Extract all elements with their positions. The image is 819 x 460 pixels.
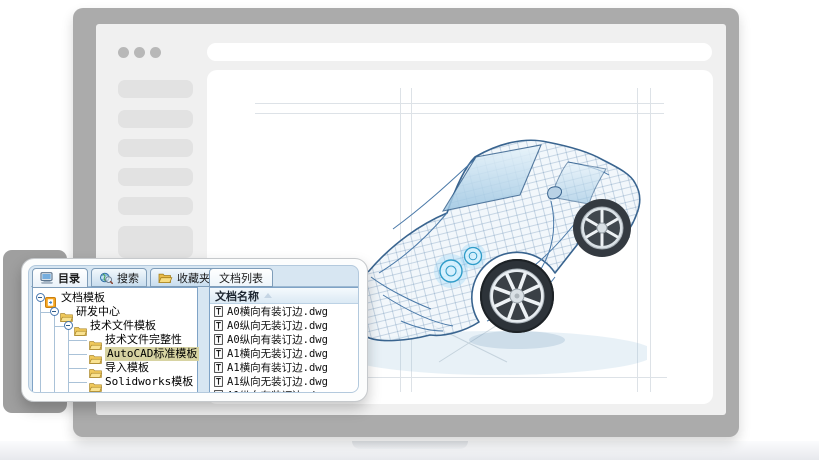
file-row[interactable]: A0横向有装订边.dwg	[210, 304, 359, 318]
dialog-body: 目录 搜索 收藏夹 文档列表 文档模板研发中心技术文件模板技术文件完整性AutoCA…	[28, 265, 359, 393]
window-dot	[118, 47, 129, 58]
tree-item[interactable]: 研发中心	[33, 305, 197, 319]
file-row[interactable]: A0纵向无装订边.dwg	[210, 318, 359, 332]
tab-label: 搜索	[117, 270, 139, 286]
tab-favorites[interactable]: 收藏夹	[150, 268, 218, 287]
file-row[interactable]: A1纵向无装订边.dwg	[210, 374, 359, 388]
search-globe-icon	[99, 272, 113, 284]
sidebar-item-placeholder[interactable]	[118, 139, 193, 157]
sort-ascending-icon	[264, 293, 272, 298]
tree-collapse-toggle[interactable]	[50, 307, 59, 316]
file-name: A1纵向无装订边.dwg	[227, 374, 328, 389]
tree-item-partial[interactable]	[33, 389, 197, 393]
tab-search[interactable]: 搜索	[91, 268, 147, 287]
tree-item-label: 技术文件模板	[90, 319, 156, 333]
file-name: A1横向无装订边.dwg	[227, 346, 328, 361]
tree-item[interactable]: 技术文件模板	[33, 319, 197, 333]
sidebar-item-placeholder[interactable]	[118, 110, 193, 128]
tree-item-label: 导入模板	[105, 361, 149, 375]
file-name: A0纵向有装订边.dwg	[227, 332, 328, 347]
tree-item[interactable]: 文档模板	[33, 291, 197, 305]
tree-item[interactable]: 技术文件完整性	[33, 333, 197, 347]
template-browser-dialog: 目录 搜索 收藏夹 文档列表 文档模板研发中心技术文件模板技术文件完整性AutoCA…	[21, 258, 368, 402]
doc-template-icon	[214, 362, 223, 373]
tab-document-list-label: 文档列表	[219, 270, 263, 286]
laptop-base	[0, 441, 819, 460]
tree-connector-stub	[68, 368, 87, 369]
file-row[interactable]: A1横向无装订边.dwg	[210, 346, 359, 360]
file-name: A0纵向无装订边.dwg	[227, 318, 328, 333]
tree-item-label: 文档模板	[61, 291, 105, 305]
doc-template-icon	[214, 320, 223, 331]
laptop-notch	[352, 441, 468, 449]
tree-connector-stub	[68, 340, 87, 341]
tree-connector-stub	[68, 354, 87, 355]
address-bar[interactable]	[207, 43, 712, 61]
tree-connector-stub	[54, 326, 64, 327]
file-row[interactable]: A1横向有装订边.dwg	[210, 360, 359, 374]
window-control-dots	[118, 47, 161, 58]
sidebar-item-placeholder[interactable]	[118, 226, 193, 258]
file-row[interactable]: A0纵向有装订边.dwg	[210, 332, 359, 346]
rear-wheel	[573, 199, 631, 257]
tab-directory[interactable]: 目录	[32, 268, 88, 288]
tree-item-label: 技术文件完整性	[105, 333, 182, 347]
tree-connector-stub	[40, 312, 50, 313]
folder-icon	[89, 391, 102, 393]
tab-document-list[interactable]: 文档列表	[209, 268, 273, 287]
tree-collapse-toggle[interactable]	[64, 321, 73, 330]
tree-connector-stub	[68, 382, 87, 383]
document-list-panel: 文档名称 A0横向有装订边.dwgA0纵向无装订边.dwgA0纵向有装订边.dw…	[209, 287, 359, 393]
sidebar-item-placeholder[interactable]	[118, 168, 193, 186]
tree-item-label-selected: AutoCAD标准模板	[105, 347, 199, 361]
computer-icon	[40, 272, 54, 284]
doc-template-icon	[214, 376, 223, 387]
tree-collapse-toggle[interactable]	[36, 293, 45, 302]
doc-template-icon	[214, 306, 223, 317]
file-rows: A0横向有装订边.dwgA0纵向无装订边.dwgA0纵向有装订边.dwgA1横向…	[210, 304, 359, 393]
page: 目录 搜索 收藏夹 文档列表 文档模板研发中心技术文件模板技术文件完整性AutoCA…	[0, 0, 819, 460]
file-name: A1纵向有装订边.dwg	[227, 388, 328, 394]
sidebar-item-placeholder[interactable]	[118, 80, 193, 98]
tree-item[interactable]: Solidworks模板	[33, 375, 197, 389]
tree-item[interactable]: 导入模板	[33, 361, 197, 375]
doc-template-icon	[214, 390, 223, 394]
sidebar	[118, 80, 193, 269]
column-header-document-name[interactable]: 文档名称	[210, 288, 359, 304]
file-name: A0横向有装订边.dwg	[227, 304, 328, 319]
folder-favorites-icon	[158, 272, 173, 284]
wireframe-car-illustration	[327, 125, 647, 404]
front-wheel	[480, 259, 554, 333]
doc-template-icon	[214, 348, 223, 359]
sidebar-item-placeholder[interactable]	[118, 197, 193, 215]
window-dot	[150, 47, 161, 58]
doc-template-icon	[214, 334, 223, 345]
tree-item-label: 研发中心	[76, 305, 120, 319]
tab-label: 目录	[58, 270, 80, 286]
folder-tree-panel: 文档模板研发中心技术文件模板技术文件完整性AutoCAD标准模板导入模板Soli…	[32, 287, 198, 393]
tab-label: 收藏夹	[177, 270, 210, 286]
tree-item-label: Solidworks模板	[105, 375, 193, 389]
file-name: A1横向有装订边.dwg	[227, 360, 328, 375]
file-row[interactable]: A1纵向有装订边.dwg	[210, 388, 359, 393]
dialog-nav-tabs: 目录 搜索 收藏夹	[32, 268, 218, 288]
window-dot	[134, 47, 145, 58]
tree-item[interactable]: AutoCAD标准模板	[33, 347, 197, 361]
